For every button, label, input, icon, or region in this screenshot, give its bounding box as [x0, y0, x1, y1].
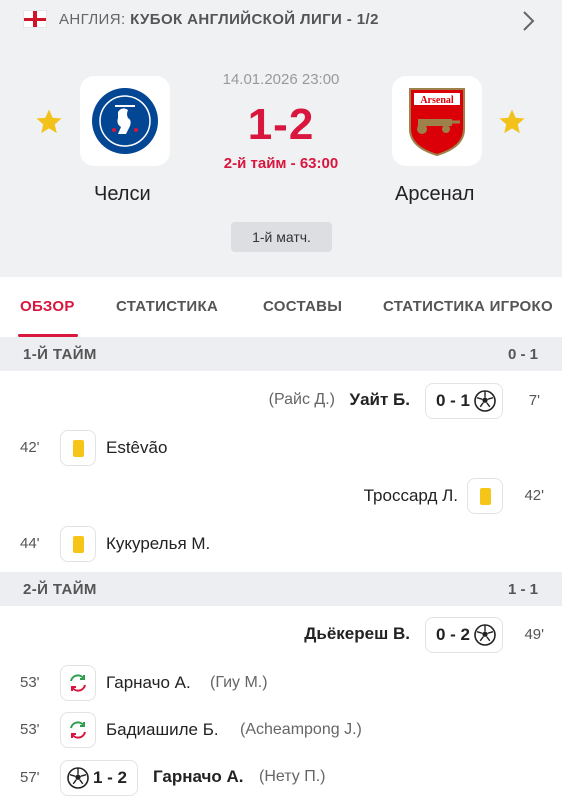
event-row[interactable]: 44' Кукурелья М.	[0, 524, 562, 564]
event-minute: 53'	[20, 674, 40, 691]
tab-bar: ОБЗОР СТАТИСТИКА СОСТАВЫ СТАТИСТИКА ИГРО…	[0, 277, 562, 337]
event-score: 0 - 2	[435, 625, 470, 644]
goal-score-box: 1 - 2	[60, 760, 139, 796]
tab-overview[interactable]: ОБЗОР	[20, 298, 75, 315]
away-team-name[interactable]: Арсенал	[395, 183, 474, 206]
section-first-half: 1-Й ТАЙМ 0 - 1	[0, 337, 562, 371]
tab-lineups[interactable]: СОСТАВЫ	[263, 298, 342, 315]
event-minute: 49'	[524, 626, 544, 643]
event-row[interactable]: 42' Estêvão	[0, 428, 562, 468]
event-score: 0 - 1	[435, 391, 470, 410]
event-player: Дьёкереш В.	[304, 624, 410, 643]
ball-icon	[474, 390, 496, 412]
event-assist: (Нету П.)	[259, 768, 326, 785]
yellow-card-icon	[467, 478, 503, 514]
section-second-half: 2-Й ТАЙМ 1 - 1	[0, 572, 562, 606]
ball-icon	[474, 624, 496, 646]
event-row[interactable]: 57' 1 - 2 Гарначо А. (Нету П.)	[0, 758, 562, 798]
event-player: Гарначо А.	[153, 767, 244, 786]
goal-score-box: 0 - 1	[424, 383, 503, 419]
section-score: 0 - 1	[507, 345, 538, 363]
event-row[interactable]: Троссард Л. 42'	[0, 476, 562, 516]
event-minute: 42'	[20, 439, 40, 456]
event-player: Троссард Л.	[363, 486, 458, 505]
event-score: 1 - 2	[93, 768, 128, 787]
chevron-right-icon[interactable]	[519, 10, 537, 32]
yellow-card-icon	[60, 526, 96, 562]
event-assist: (Гиу М.)	[210, 674, 268, 691]
yellow-card-icon	[60, 430, 96, 466]
event-assist: (Acheampong J.)	[240, 721, 362, 738]
event-player: Гарначо А.	[106, 673, 191, 692]
leg-badge: 1-й матч.	[231, 222, 332, 252]
goal-score-box: 0 - 2	[424, 617, 503, 653]
match-status: 2-й тайм - 63:00	[223, 155, 339, 172]
league-title: АНГЛИЯ: КУБОК АНГЛИЙСКОЙ ЛИГИ - 1/2	[59, 11, 379, 28]
event-player: Уайт Б.	[349, 390, 410, 409]
event-minute: 57'	[20, 769, 40, 786]
section-score: 1 - 1	[507, 580, 538, 598]
event-minute: 42'	[524, 487, 544, 504]
event-player: Кукурелья М.	[106, 534, 211, 553]
match-score: 1-2	[247, 100, 315, 149]
ball-icon	[67, 767, 89, 789]
league-competition: КУБОК АНГЛИЙСКОЙ ЛИГИ - 1/2	[130, 11, 379, 28]
substitution-icon	[60, 665, 96, 701]
league-bar[interactable]: АНГЛИЯ: КУБОК АНГЛИЙСКОЙ ЛИГИ - 1/2	[0, 0, 562, 40]
section-title: 1-Й ТАЙМ	[23, 345, 97, 363]
event-assist: (Райс Д.)	[268, 391, 335, 408]
event-minute: 44'	[20, 535, 40, 552]
england-flag-icon	[23, 10, 47, 28]
section-title: 2-Й ТАЙМ	[23, 580, 97, 598]
event-row[interactable]: 53' Бадиашиле Б. (Acheampong J.)	[0, 710, 562, 750]
event-row[interactable]: 53' Гарначо А. (Гиу М.)	[0, 663, 562, 703]
event-player: Бадиашиле Б.	[106, 720, 219, 739]
home-team-name[interactable]: Челси	[94, 183, 151, 206]
event-minute: 7'	[528, 392, 540, 409]
tab-player-statistics[interactable]: СТАТИСТИКА ИГРОКО	[383, 298, 553, 315]
event-minute: 53'	[20, 721, 40, 738]
event-row[interactable]: Дьёкереш В. 0 - 2 49'	[0, 615, 562, 655]
league-country: АНГЛИЯ:	[59, 11, 126, 28]
substitution-icon	[60, 712, 96, 748]
event-row[interactable]: (Райс Д.) Уайт Б. 0 - 1 7'	[0, 381, 562, 421]
match-header: АНГЛИЯ: КУБОК АНГЛИЙСКОЙ ЛИГИ - 1/2 Arse…	[0, 0, 562, 277]
event-player: Estêvão	[106, 438, 168, 457]
tab-statistics[interactable]: СТАТИСТИКА	[116, 298, 218, 315]
match-datetime: 14.01.2026 23:00	[222, 71, 340, 88]
